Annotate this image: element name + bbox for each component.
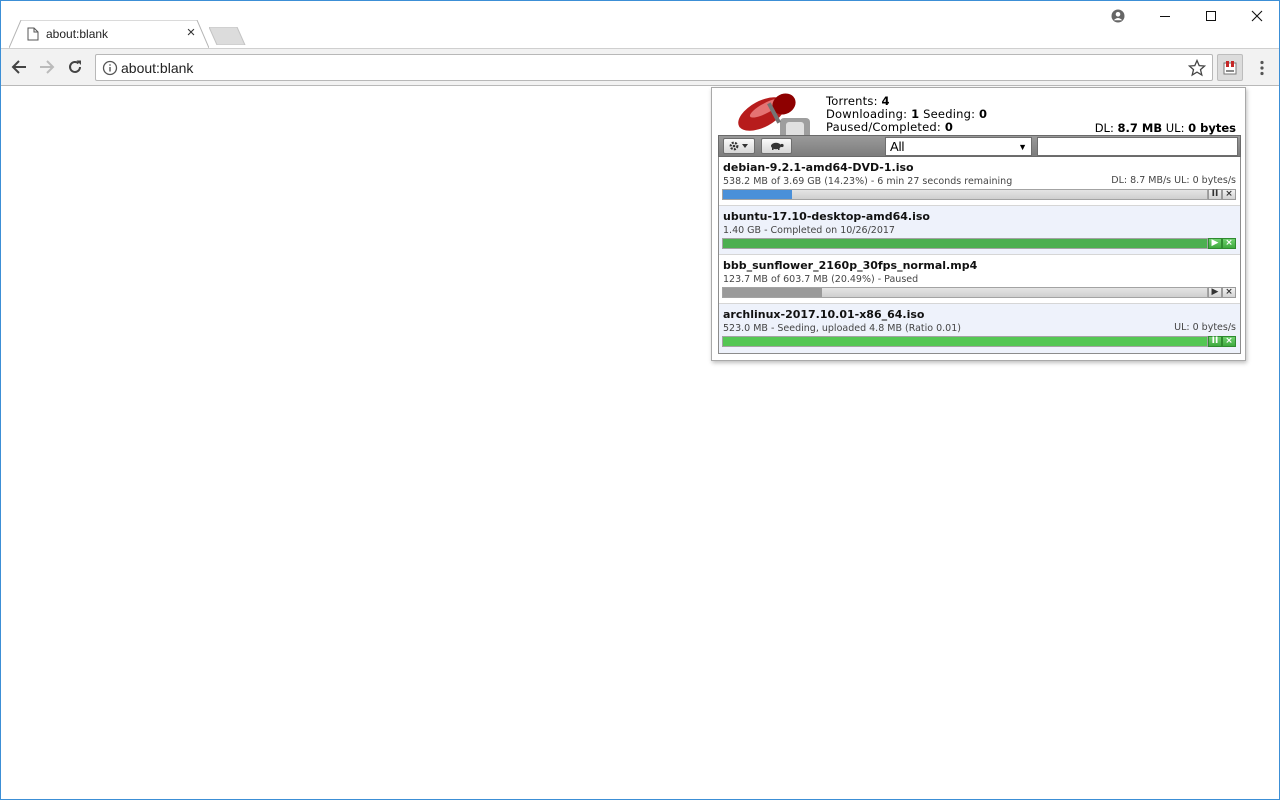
torrent-status: 538.2 MB of 3.69 GB (14.23%) - 6 min 27 … — [723, 176, 1013, 187]
torrent-row[interactable]: debian-9.2.1-amd64-DVD-1.iso 538.2 MB of… — [719, 157, 1240, 206]
ul-label: UL: — [1165, 121, 1185, 135]
progress-bar — [722, 189, 1208, 200]
reload-icon[interactable] — [63, 55, 87, 79]
progress-bar — [722, 287, 1208, 298]
dropdown-arrow-icon: ▼ — [1018, 142, 1027, 152]
tab-close-icon[interactable]: × — [183, 25, 199, 41]
tab-about-blank[interactable]: about:blank × — [9, 20, 209, 48]
progress-fill — [723, 190, 792, 199]
torrent-name: archlinux-2017.10.01-x86_64.iso — [723, 308, 925, 321]
forward-arrow-icon[interactable] — [35, 55, 59, 79]
page-icon — [27, 27, 39, 41]
address-bar[interactable]: about:blank — [95, 54, 1213, 81]
torrents-label: Torrents: — [826, 94, 878, 108]
progress-fill — [723, 239, 1207, 248]
resume-button[interactable]: ▶ — [1208, 238, 1222, 249]
pause-button[interactable]: II — [1208, 189, 1222, 200]
torrent-status: 1.40 GB - Completed on 10/26/2017 — [723, 225, 895, 236]
settings-menu-button[interactable] — [723, 138, 755, 154]
torrent-name: debian-9.2.1-amd64-DVD-1.iso — [723, 161, 914, 174]
seeding-label: Seeding: — [923, 107, 976, 121]
torrent-status: 523.0 MB - Seeding, uploaded 4.8 MB (Rat… — [723, 323, 961, 334]
torrent-filter-select[interactable]: All ▼ — [885, 137, 1032, 156]
transmission-extension-icon[interactable] — [1217, 54, 1243, 81]
remove-button[interactable]: × — [1222, 336, 1236, 347]
torrent-rate: UL: 0 bytes/s — [1174, 322, 1236, 333]
paused-count: 0 — [944, 120, 954, 134]
dl-label: DL: — [1094, 121, 1114, 135]
dl-total: 8.7 MB — [1117, 121, 1163, 135]
popup-toolbar: All ▼ — [718, 135, 1241, 157]
torrent-rate: DL: 8.7 MB/s UL: 0 bytes/s — [1111, 175, 1236, 186]
ul-total: 0 bytes — [1188, 121, 1236, 135]
maximize-icon[interactable] — [1188, 1, 1234, 31]
seeding-count: 0 — [979, 107, 988, 121]
turtle-icon — [770, 142, 784, 150]
new-tab-button[interactable] — [209, 27, 247, 45]
downloading-label: Downloading: — [826, 107, 908, 121]
paused-label: Paused/Completed: — [826, 120, 941, 134]
remove-button[interactable]: × — [1222, 189, 1236, 200]
account-icon[interactable] — [1095, 1, 1141, 31]
turtle-mode-button[interactable] — [761, 138, 792, 154]
torrent-list: debian-9.2.1-amd64-DVD-1.iso 538.2 MB of… — [718, 157, 1241, 354]
back-arrow-icon[interactable] — [7, 55, 31, 79]
torrent-name: ubuntu-17.10-desktop-amd64.iso — [723, 210, 930, 223]
browser-window: about:blank × about:blank Torrents: 4 Do… — [0, 0, 1280, 800]
torrent-row[interactable]: ubuntu-17.10-desktop-amd64.iso 1.40 GB -… — [719, 206, 1240, 255]
torrent-status: 123.7 MB of 603.7 MB (20.49%) - Paused — [723, 274, 919, 285]
torrent-row[interactable]: bbb_sunflower_2160p_30fps_normal.mp4 123… — [719, 255, 1240, 304]
tab-title: about:blank — [46, 27, 109, 41]
remove-button[interactable]: × — [1222, 287, 1236, 298]
remove-button[interactable]: × — [1222, 238, 1236, 249]
progress-fill — [723, 288, 823, 297]
filter-selected: All — [890, 139, 905, 154]
tab-shape — [9, 20, 209, 48]
progress-bar — [722, 238, 1208, 249]
url-text[interactable]: about:blank — [121, 60, 193, 76]
star-icon[interactable] — [1188, 59, 1206, 77]
transmission-logo — [738, 93, 810, 138]
kebab-menu-icon[interactable] — [1253, 58, 1271, 78]
pause-button[interactable]: II — [1208, 336, 1222, 347]
browser-toolbar: about:blank — [1, 48, 1279, 86]
torrent-row[interactable]: archlinux-2017.10.01-x86_64.iso 523.0 MB… — [719, 304, 1240, 353]
resume-button[interactable]: ▶ — [1208, 287, 1222, 298]
torrent-search-input[interactable] — [1037, 137, 1238, 156]
info-icon[interactable] — [102, 60, 118, 76]
tab-strip: about:blank × — [1, 1, 1279, 48]
transfer-totals: DL: 8.7 MB UL: 0 bytes — [1095, 121, 1236, 135]
close-icon[interactable] — [1234, 1, 1280, 31]
torrent-stats: Torrents: 4 Downloading: 1 Seeding: 0 Pa… — [826, 95, 987, 134]
torrents-count: 4 — [881, 94, 890, 108]
torrent-name: bbb_sunflower_2160p_30fps_normal.mp4 — [723, 259, 978, 272]
downloading-count: 1 — [911, 107, 920, 121]
gear-icon — [729, 141, 748, 151]
progress-fill — [723, 337, 1207, 346]
minimize-icon[interactable] — [1142, 1, 1188, 31]
progress-bar — [722, 336, 1208, 347]
transmission-popup: Torrents: 4 Downloading: 1 Seeding: 0 Pa… — [711, 87, 1246, 361]
